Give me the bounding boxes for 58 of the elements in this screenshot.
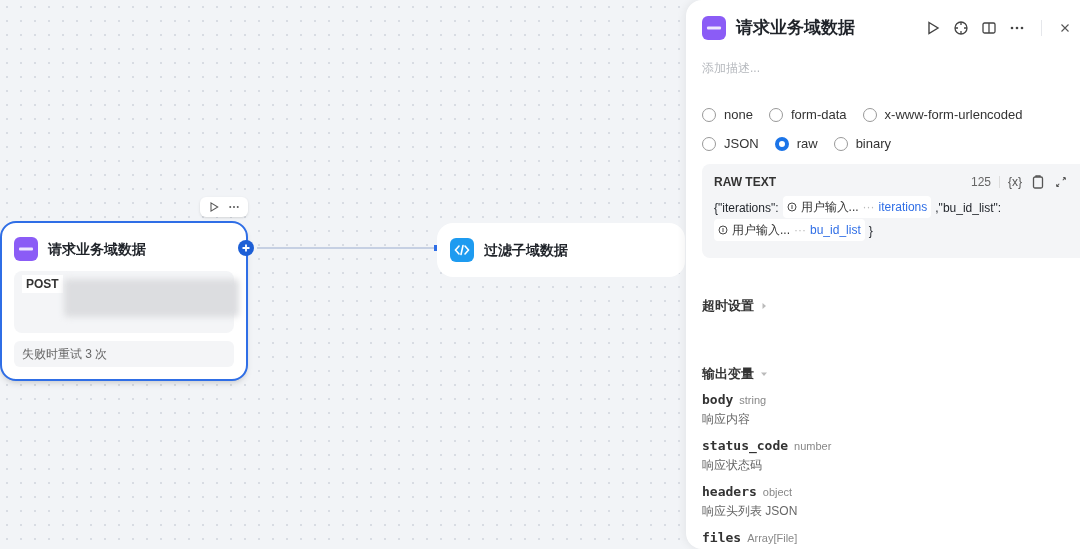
variable-tag[interactable]: 用户输入... ··· bu_id_list bbox=[714, 219, 865, 241]
variable-type: Array[File] bbox=[747, 531, 798, 546]
insert-variable-button[interactable]: {x} bbox=[1008, 173, 1022, 191]
method-label: POST bbox=[22, 275, 63, 293]
retry-setting: 失败时重试 3 次 bbox=[14, 341, 234, 367]
workflow-node[interactable]: 过滤子域数据 bbox=[437, 223, 685, 277]
variable-name: body bbox=[702, 391, 734, 409]
description-field[interactable]: 添加描述... bbox=[702, 56, 1064, 80]
radio-button[interactable] bbox=[833, 137, 848, 151]
radio-option[interactable]: JSON bbox=[702, 134, 759, 154]
variable-tag[interactable]: 用户输入... ··· iterations bbox=[782, 196, 932, 218]
variable-name: iterations bbox=[878, 199, 928, 216]
crosshair-icon[interactable] bbox=[953, 20, 969, 36]
radio-button[interactable] bbox=[768, 108, 783, 122]
radio-button[interactable] bbox=[702, 108, 716, 122]
radio-option[interactable]: form-data bbox=[768, 105, 847, 125]
node-title: 请求业务域数据 bbox=[48, 239, 146, 259]
variable-name: headers bbox=[702, 483, 757, 501]
section-toggle[interactable]: 输出变量 bbox=[702, 364, 1064, 384]
section-toggle[interactable]: 超时设置 bbox=[702, 296, 1064, 316]
input-icon bbox=[718, 225, 728, 235]
radio-button[interactable] bbox=[862, 108, 877, 122]
radio-option[interactable]: none bbox=[702, 105, 753, 125]
book-icon[interactable] bbox=[981, 20, 997, 36]
variable-description: 响应头列表 JSON bbox=[702, 503, 799, 520]
radio-option[interactable]: x-www-form-urlencoded bbox=[862, 105, 1023, 125]
node-title: 过滤子域数据 bbox=[484, 240, 568, 260]
variable-source: 用户输入... bbox=[800, 199, 859, 216]
character-count: 125 bbox=[970, 174, 991, 191]
variable-name: bu_id_list bbox=[810, 222, 861, 239]
play-icon[interactable] bbox=[208, 201, 220, 213]
path-ellipsis: ··· bbox=[794, 222, 806, 239]
code-text: {"iterations": bbox=[714, 201, 779, 215]
variable-type: number bbox=[794, 439, 832, 454]
variable-type: string bbox=[739, 393, 767, 408]
variable-source: 用户输入... bbox=[732, 222, 790, 239]
run-icon[interactable] bbox=[925, 20, 941, 36]
radio-button[interactable] bbox=[774, 137, 789, 151]
panel-title: 请求业务域数据 bbox=[736, 17, 856, 40]
add-icon[interactable] bbox=[238, 240, 254, 256]
radio-button[interactable] bbox=[702, 137, 716, 151]
code-text: ,"bu_id_list": bbox=[935, 201, 1002, 215]
radio-option[interactable]: binary bbox=[833, 134, 892, 154]
radio-option[interactable]: raw bbox=[774, 134, 818, 154]
variable-name: status_code bbox=[702, 437, 789, 456]
code-icon bbox=[450, 238, 474, 262]
raw-text-editor[interactable]: RAW TEXT 125 {x} {"iterations": 用户输入... ··· iterations ,"bu_id_list": 用户输入... ··· bu_id_list } bbox=[702, 164, 1080, 258]
variable-description: 响应状态码 bbox=[702, 457, 763, 474]
editor-label: RAW TEXT bbox=[714, 174, 777, 191]
path-ellipsis: ··· bbox=[862, 199, 875, 216]
clipboard-icon[interactable] bbox=[1030, 174, 1046, 190]
expand-icon[interactable] bbox=[1054, 175, 1068, 189]
variable-type: object bbox=[762, 485, 793, 500]
workflow-node[interactable]: 请求业务域数据 POST 失败时重试 3 次 bbox=[0, 221, 248, 381]
variable-name: files bbox=[702, 529, 742, 547]
code-text: } bbox=[868, 224, 873, 238]
variable-description: 响应内容 bbox=[702, 411, 751, 428]
input-icon bbox=[786, 202, 797, 212]
